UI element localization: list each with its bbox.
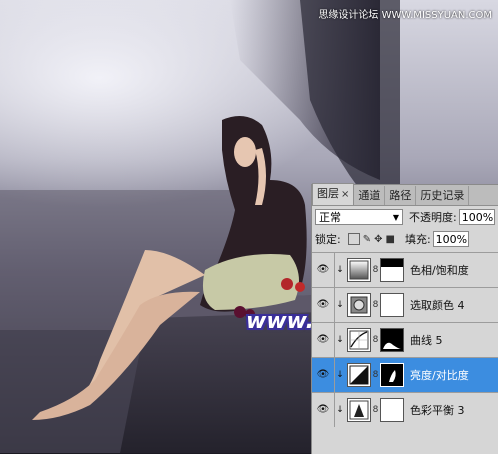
layer-row[interactable]: 👁 ↓ 8 色相/饱和度 [312, 252, 498, 287]
layer-name: 选取颜色 4 [410, 299, 465, 312]
lock-move-icon[interactable]: ✥ [374, 234, 382, 245]
chevron-down-icon: ▼ [392, 213, 399, 222]
link-icon[interactable]: 8 [371, 335, 380, 345]
site-watermark: 思缘设计论坛 WWW.MISSYUAN.COM [318, 10, 492, 21]
color-balance-icon [347, 398, 371, 422]
opacity-input[interactable]: 100% [458, 209, 495, 225]
layer-mask-thumbnail[interactable] [380, 293, 404, 317]
panel-tabs: 图层 × 通道 路径 历史记录 [312, 183, 498, 206]
layer-mask-thumbnail[interactable] [380, 328, 404, 352]
blend-row: 正常 ▼ 不透明度: 100% [312, 206, 498, 228]
fill-input[interactable]: 100% [432, 231, 469, 247]
close-icon[interactable]: × [341, 189, 349, 200]
clip-arrow-icon: ↓ [336, 405, 344, 415]
eye-icon[interactable]: 👁 [312, 358, 335, 392]
tab-history[interactable]: 历史记录 [416, 186, 470, 205]
link-icon[interactable]: 8 [371, 265, 380, 275]
layers-list: 👁 ↓ 8 色相/饱和度 👁 ↓ 8 选取颜色 4 👁 ↓ 8 曲线 5 👁 ↓… [312, 252, 498, 427]
lock-row: 锁定: ✎ ✥ ■ 填充: 100% [312, 228, 498, 250]
tab-layers[interactable]: 图层 × [312, 183, 355, 205]
layer-name: 色彩平衡 3 [410, 404, 465, 417]
selective-color-icon [347, 293, 371, 317]
eye-icon[interactable]: 👁 [312, 323, 335, 357]
clip-arrow-icon: ↓ [336, 265, 344, 275]
layer-row[interactable]: 👁 ↓ 8 选取颜色 4 [312, 287, 498, 322]
clip-arrow-icon: ↓ [336, 370, 344, 380]
layer-mask-thumbnail[interactable] [380, 398, 404, 422]
blend-mode-select[interactable]: 正常 ▼ [315, 209, 403, 225]
tab-channels[interactable]: 通道 [354, 186, 386, 205]
layer-mask-thumbnail[interactable] [380, 363, 404, 387]
layer-mask-thumbnail[interactable] [380, 258, 404, 282]
clip-arrow-icon: ↓ [336, 300, 344, 310]
eye-icon[interactable]: 👁 [312, 253, 335, 287]
tab-layers-label: 图层 [317, 187, 339, 200]
hue-saturation-icon [347, 258, 371, 282]
layer-row-selected[interactable]: 👁 ↓ 8 亮度/对比度 [312, 357, 498, 392]
fill-label: 填充: [404, 233, 431, 246]
eye-icon[interactable]: 👁 [312, 393, 335, 427]
opacity-label: 不透明度: [409, 211, 457, 224]
link-icon[interactable]: 8 [371, 370, 380, 380]
eye-icon[interactable]: 👁 [312, 288, 335, 322]
lock-label: 锁定: [315, 233, 341, 246]
lock-all-icon[interactable]: ■ [386, 234, 395, 245]
lock-transparency-icon[interactable] [347, 233, 360, 245]
lock-brush-icon[interactable]: ✎ [363, 234, 371, 245]
layers-panel: 图层 × 通道 路径 历史记录 正常 ▼ 不透明度: 100% 锁定: ✎ ✥ ■… [311, 183, 498, 454]
clip-arrow-icon: ↓ [336, 335, 344, 345]
tab-paths[interactable]: 路径 [385, 186, 417, 205]
brightness-contrast-icon [347, 363, 371, 387]
layer-row[interactable]: 👁 ↓ 8 色彩平衡 3 [312, 392, 498, 427]
blend-mode-value: 正常 [319, 211, 341, 224]
lock-buttons: ✎ ✥ ■ [345, 233, 395, 245]
link-icon[interactable]: 8 [371, 300, 380, 310]
curves-icon [347, 328, 371, 352]
layer-name: 色相/饱和度 [410, 264, 469, 277]
layer-name: 曲线 5 [410, 334, 443, 347]
layer-row[interactable]: 👁 ↓ 8 曲线 5 [312, 322, 498, 357]
link-icon[interactable]: 8 [371, 405, 380, 415]
layer-name: 亮度/对比度 [410, 369, 469, 382]
